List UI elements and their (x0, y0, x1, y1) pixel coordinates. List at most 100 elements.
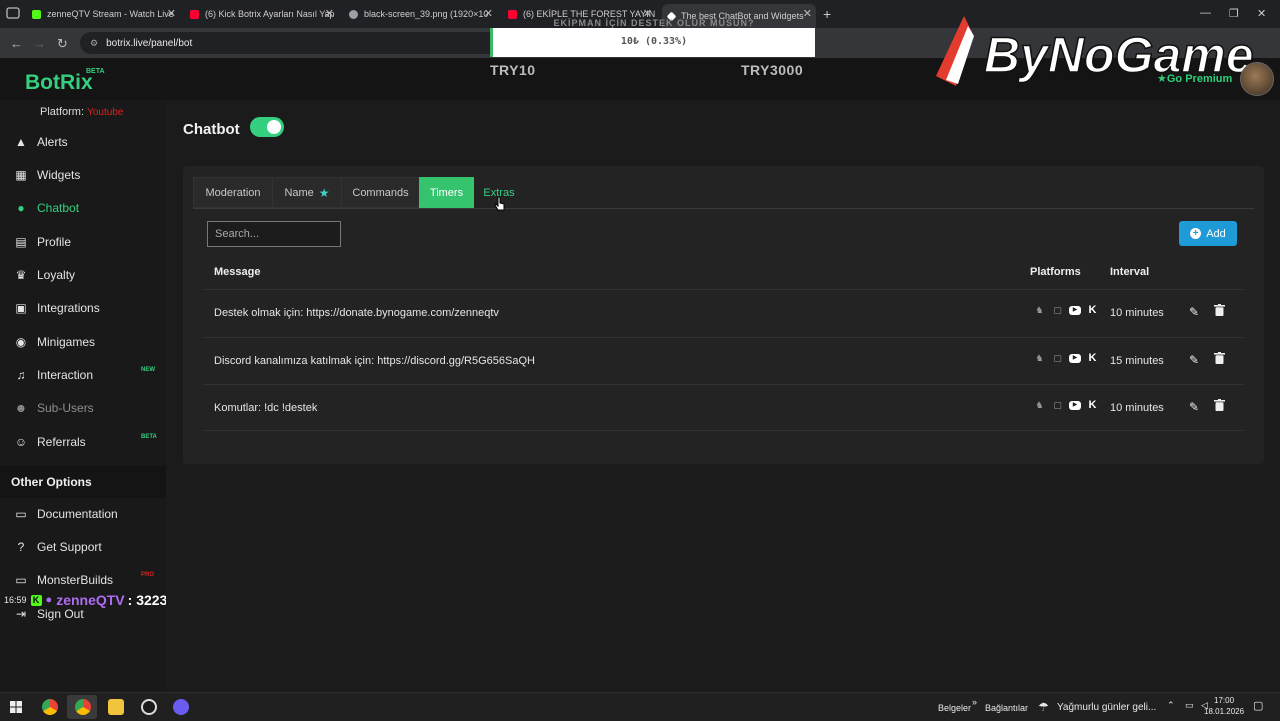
kick-icon: K (30, 594, 42, 606)
clock-time[interactable]: 17:00 (1214, 696, 1234, 705)
url-text: botrix.live/panel/bot (106, 37, 193, 49)
sidebar-item-loyalty[interactable]: ♛ Loyalty (0, 260, 166, 290)
column-header-platforms: Platforms (1030, 266, 1081, 278)
sidebar-item-label: Sign Out (37, 607, 84, 621)
sidebar-item-widgets[interactable]: ▦ Widgets (0, 160, 166, 190)
chat-message: : 3223 (127, 592, 168, 608)
tab-label: zenneQTV Stream - Watch Live (47, 9, 174, 19)
table-row: Komutlar: !dc !destek ♞ ▢ ▶ K 10 minutes… (203, 384, 1244, 432)
youtube-icon: ▶ (1069, 305, 1081, 315)
edit-pencil-icon[interactable]: ✎ (1189, 400, 1199, 414)
twitch-icon: ▢ (1053, 305, 1062, 315)
grid-icon: ▦ (15, 168, 27, 182)
platform-icons: ♞ ▢ ▶ K (1033, 399, 1104, 411)
donation-progress-text: 10₺ (0.33%) (620, 36, 688, 47)
close-tab-icon[interactable]: ✕ (167, 7, 176, 20)
documents-toolbar[interactable]: Belgeler (938, 703, 971, 713)
other-options-title: Other Options (11, 475, 92, 489)
sidebar-item-label: Chatbot (37, 201, 80, 215)
notification-icon[interactable]: ▢ (1253, 699, 1263, 712)
trovo-icon: ♞ (1035, 305, 1044, 315)
sign-out-icon: ⇥ (15, 607, 27, 621)
browser-tab-black-screen[interactable]: black-screen_39.png (1920×10 ✕ (349, 4, 497, 24)
beta-badge: BETA (86, 68, 105, 75)
sidebar-item-alerts[interactable]: ▲ Alerts (0, 127, 166, 157)
discord-icon[interactable] (173, 699, 189, 715)
sidebar-item-monsterbuilds[interactable]: ▭ MonsterBuilds (0, 565, 166, 595)
timer-message: Komutlar: !dc !destek (214, 402, 318, 414)
clock-date[interactable]: 18.01.2026 (1204, 707, 1244, 716)
add-button-label: Add (1206, 227, 1226, 240)
platform-icons: ♞ ▢ ▶ K (1033, 304, 1104, 316)
folder-icon[interactable] (108, 699, 124, 715)
tab-timers[interactable]: Timers (419, 177, 474, 208)
windows-start-icon[interactable] (10, 701, 22, 713)
sidebar-item-minigames[interactable]: ◉ Minigames (0, 327, 166, 357)
back-icon[interactable]: ← (10, 36, 23, 51)
sidebar-item-referrals[interactable]: ☺ Referrals (0, 427, 166, 457)
avatar[interactable] (1240, 62, 1274, 96)
chevron-right-icon[interactable]: » (972, 697, 977, 707)
sidebar-item-chatbot[interactable]: ● Chatbot (0, 193, 166, 223)
tab-name[interactable]: Name ★ (272, 177, 342, 208)
sidebar-item-get-support[interactable]: ? Get Support (0, 532, 166, 562)
forward-icon[interactable]: → (33, 36, 46, 51)
browser-tab-kick-stream[interactable]: zenneQTV Stream - Watch Live ✕ (32, 4, 180, 24)
plus-circle-icon: + (1190, 228, 1202, 239)
robot-icon: ● (17, 201, 25, 215)
chat-username: zenneQTV (56, 592, 125, 608)
obs-icon[interactable] (141, 699, 157, 715)
chrome-icon[interactable] (75, 699, 91, 715)
weather-widget[interactable]: Yağmurlu günler geli... (1057, 702, 1156, 713)
add-timer-button[interactable]: + Add (1179, 221, 1237, 246)
trophy-icon: ♛ (15, 268, 27, 282)
go-premium-link[interactable]: ★Go Premium (1157, 72, 1232, 85)
beta-badge: BETA (141, 434, 157, 440)
toggle-knob (267, 120, 281, 134)
sidebar-item-interaction[interactable]: ♫ Interaction (0, 360, 166, 390)
browser-tab-youtube-botrix[interactable]: (6) Kick Botrix Ayarları Nasıl Yap ✕ (190, 4, 338, 24)
timer-interval: 10 minutes (1110, 307, 1164, 319)
sidebar-item-label: Referrals (37, 435, 86, 449)
kick-icon: K (1088, 399, 1097, 411)
edit-pencil-icon[interactable]: ✎ (1189, 353, 1199, 367)
new-tab-icon[interactable]: + (823, 6, 831, 22)
new-badge: NEW (141, 367, 155, 373)
goal-max-label: TRY3000 (741, 62, 804, 78)
tab-divider (193, 208, 1254, 209)
star-icon: ★ (318, 185, 330, 200)
close-tab-icon[interactable]: ✕ (484, 7, 493, 20)
trash-icon[interactable] (1214, 304, 1225, 316)
site-info-icon[interactable]: ⚙ (90, 38, 98, 49)
sidebar-item-integrations[interactable]: ▣ Integrations (0, 293, 166, 323)
botrix-logo[interactable]: BotRix (25, 71, 93, 95)
tab-label: Commands (352, 186, 409, 199)
timer-message: Destek olmak için: https://donate.bynoga… (214, 307, 499, 319)
chevron-up-icon[interactable]: ⌃ (1167, 700, 1175, 711)
edit-pencil-icon[interactable]: ✎ (1189, 305, 1199, 319)
sidebar-item-label: Widgets (37, 168, 81, 182)
twitch-icon: ▢ (1053, 400, 1062, 410)
other-options-heading: Other Options (0, 466, 166, 498)
sidebar-item-label: Sub-Users (37, 401, 94, 415)
search-input[interactable] (207, 221, 341, 247)
tab-commands[interactable]: Commands (341, 177, 420, 208)
trash-icon[interactable] (1214, 352, 1225, 364)
youtube-icon: ▶ (1069, 353, 1081, 363)
kick-icon (32, 9, 41, 19)
sidebar-item-documentation[interactable]: ▭ Documentation (0, 499, 166, 529)
reload-icon[interactable]: ↻ (57, 36, 68, 52)
sidebar-item-sub-users[interactable]: ☻ Sub-Users (0, 393, 166, 423)
chat-timestamp: 16:59 (4, 595, 27, 605)
chrome-icon[interactable] (42, 699, 58, 715)
sidebar-item-profile[interactable]: ▤ Profile (0, 227, 166, 257)
platform-label: Platform: (40, 106, 85, 118)
close-tab-icon[interactable]: ✕ (325, 7, 334, 20)
url-field[interactable]: ⚙ botrix.live/panel/bot (80, 32, 500, 54)
links-toolbar[interactable]: Bağlantılar (985, 703, 1028, 713)
chatbot-enabled-toggle[interactable] (250, 117, 284, 137)
network-icon[interactable]: ▭ (1185, 700, 1194, 711)
trash-icon[interactable] (1214, 399, 1225, 411)
tab-moderation[interactable]: Moderation (193, 177, 273, 208)
tab-search-icon[interactable] (6, 6, 20, 20)
